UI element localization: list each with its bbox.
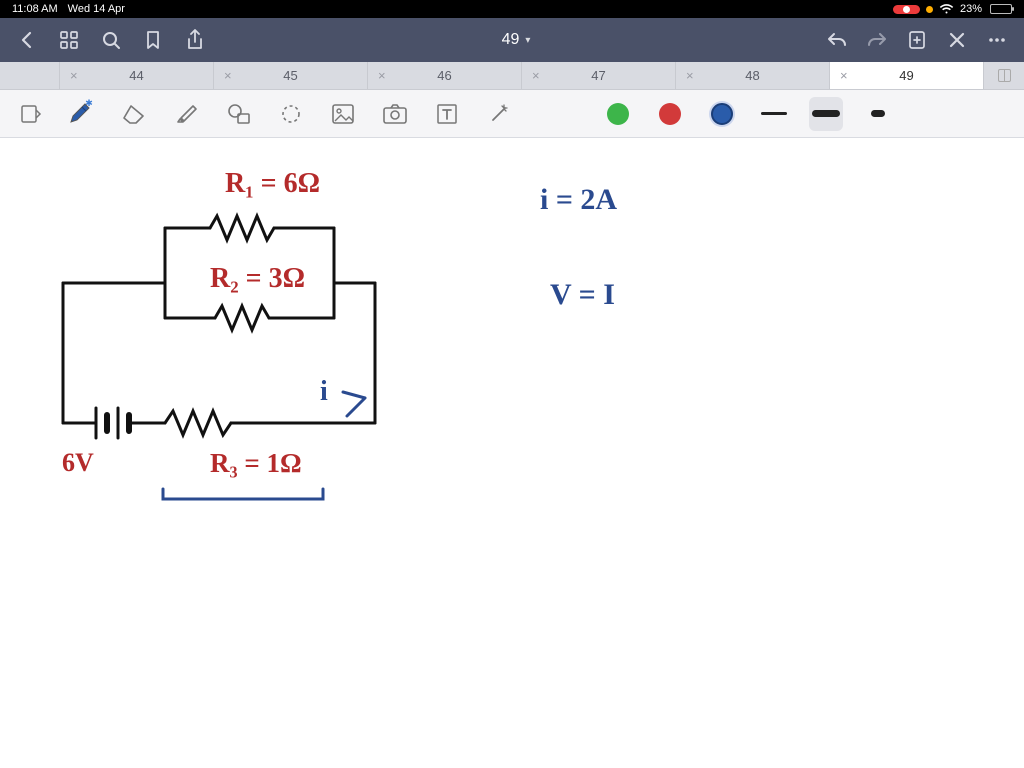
tab-label: 46 <box>437 68 451 83</box>
tab-label: 44 <box>129 68 143 83</box>
tab-lead-spacer <box>0 62 60 89</box>
thick-stroke-icon <box>871 110 885 117</box>
document-title[interactable]: 49 ▾ <box>502 31 531 49</box>
blue-color-icon <box>711 103 733 125</box>
library-button[interactable] <box>50 21 88 59</box>
bookmark-button[interactable] <box>134 21 172 59</box>
battery-pct: 23% <box>960 3 982 15</box>
back-button[interactable] <box>8 21 46 59</box>
eraser-tool[interactable] <box>118 97 152 131</box>
tab-label: 47 <box>591 68 605 83</box>
share-button[interactable] <box>176 21 214 59</box>
camera-tool[interactable] <box>378 97 412 131</box>
tab-49[interactable]: × 49 <box>830 62 984 89</box>
read-only-toggle[interactable] <box>14 97 48 131</box>
close-icon[interactable]: × <box>378 68 386 83</box>
tab-46[interactable]: × 46 <box>368 62 522 89</box>
red-color-icon <box>659 103 681 125</box>
close-icon[interactable]: × <box>224 68 232 83</box>
close-icon[interactable]: × <box>532 68 540 83</box>
label-r1: R₁ = 6Ω <box>225 168 320 200</box>
tab-47[interactable]: × 47 <box>522 62 676 89</box>
highlighter-tool[interactable] <box>170 97 204 131</box>
close-edit-button[interactable] <box>938 21 976 59</box>
undo-button[interactable] <box>818 21 856 59</box>
note-canvas[interactable]: R₁ = 6Ω R₂ = 3Ω 6V R₃ = 1Ω i i = 2A V = … <box>0 138 1024 768</box>
thin-stroke-icon <box>761 112 787 115</box>
stroke-thin[interactable] <box>757 97 791 131</box>
redo-button[interactable] <box>858 21 896 59</box>
color-red[interactable] <box>653 97 687 131</box>
screen-record-indicator[interactable] <box>893 5 920 14</box>
close-icon[interactable]: × <box>70 68 78 83</box>
status-date: Wed 14 Apr <box>68 3 125 15</box>
eq-v: V = I <box>550 278 615 312</box>
tab-44[interactable]: × 44 <box>60 62 214 89</box>
tab-45[interactable]: × 45 <box>214 62 368 89</box>
search-button[interactable] <box>92 21 130 59</box>
document-title-text: 49 <box>502 31 520 49</box>
ipad-status-bar: 11:08 AM Wed 14 Apr 23% <box>0 0 1024 18</box>
pen-tool[interactable]: ✱ <box>66 97 100 131</box>
tab-label: 48 <box>745 68 759 83</box>
bluetooth-icon: ✱ <box>85 98 93 109</box>
tab-strip: × 44 × 45 × 46 × 47 × 48 × 49 <box>0 62 1024 90</box>
close-icon[interactable]: × <box>686 68 694 83</box>
lasso-tool[interactable] <box>274 97 308 131</box>
status-time: 11:08 AM <box>12 3 58 15</box>
color-green[interactable] <box>601 97 635 131</box>
drawing-toolbar: ✱ <box>0 90 1024 138</box>
split-view-button[interactable] <box>984 62 1024 89</box>
app-toolbar: 49 ▾ <box>0 18 1024 62</box>
shapes-tool[interactable] <box>222 97 256 131</box>
circuit-drawing <box>55 203 395 453</box>
add-page-button[interactable] <box>898 21 936 59</box>
text-tool[interactable] <box>430 97 464 131</box>
bracket-r3 <box>160 486 330 506</box>
image-tool[interactable] <box>326 97 360 131</box>
medium-stroke-icon <box>812 110 840 117</box>
laser-pointer-tool[interactable] <box>482 97 516 131</box>
battery-icon <box>990 4 1012 14</box>
chevron-down-icon: ▾ <box>525 35 530 46</box>
tab-label: 49 <box>899 68 913 83</box>
close-icon[interactable]: × <box>840 68 848 83</box>
split-view-icon <box>998 69 1011 82</box>
tab-label: 45 <box>283 68 297 83</box>
stroke-medium[interactable] <box>809 97 843 131</box>
stroke-thick[interactable] <box>861 97 895 131</box>
wifi-icon <box>939 4 954 15</box>
mic-in-use-dot <box>926 6 933 13</box>
green-color-icon <box>607 103 629 125</box>
more-button[interactable] <box>978 21 1016 59</box>
eq-i: i = 2A <box>540 183 617 217</box>
tab-48[interactable]: × 48 <box>676 62 830 89</box>
color-blue[interactable] <box>705 97 739 131</box>
